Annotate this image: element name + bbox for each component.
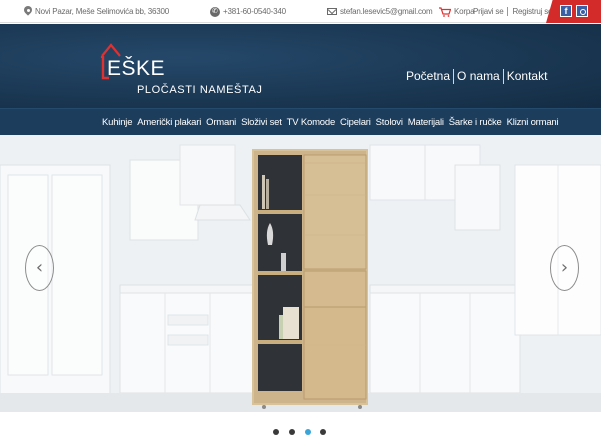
site-logo[interactable]: EŠKE PLOČASTI NAMEŠTAJ bbox=[100, 38, 262, 96]
slide-image bbox=[0, 135, 601, 412]
slider-dot[interactable] bbox=[273, 429, 279, 435]
site-header: EŠKE PLOČASTI NAMEŠTAJ Početna O nama Ko… bbox=[0, 24, 601, 108]
slider-next-button[interactable]: › bbox=[550, 245, 579, 291]
location-pin-icon bbox=[24, 6, 32, 17]
brand-subtitle: PLOČASTI NAMEŠTAJ bbox=[137, 84, 263, 96]
category-kitchens[interactable]: Kuhinje bbox=[102, 117, 132, 128]
phone-info: ✆ +381-60-0540-340 bbox=[210, 0, 286, 23]
account-links: Prijavi se Registruj se bbox=[469, 0, 556, 23]
social-background bbox=[546, 0, 601, 23]
envelope-icon bbox=[327, 8, 337, 15]
slider-dot-active[interactable] bbox=[305, 429, 311, 435]
instagram-icon[interactable] bbox=[576, 5, 588, 17]
category-american-wardrobes[interactable]: Američki plakari bbox=[137, 117, 201, 128]
category-modular-set[interactable]: Složivi set bbox=[241, 117, 282, 128]
main-nav: Početna O nama Kontakt bbox=[406, 69, 550, 84]
phone-icon: ✆ bbox=[210, 6, 220, 17]
nav-contact[interactable]: Kontakt bbox=[502, 69, 551, 84]
phone-text: +381-60-0540-340 bbox=[223, 7, 286, 16]
social-links: f bbox=[546, 0, 601, 23]
slider-dot[interactable] bbox=[289, 429, 295, 435]
category-wardrobes[interactable]: Ormani bbox=[206, 117, 236, 128]
address-info: Novi Pazar, Meše Selimovića bb, 36300 bbox=[24, 0, 169, 23]
facebook-icon[interactable]: f bbox=[560, 5, 572, 17]
address-text: Novi Pazar, Meše Selimovića bb, 36300 bbox=[35, 7, 170, 16]
hero-slider: ‹ › bbox=[0, 135, 601, 412]
category-tables[interactable]: Stolovi bbox=[376, 117, 403, 128]
slider-dot[interactable] bbox=[320, 429, 326, 435]
login-link[interactable]: Prijavi se bbox=[469, 7, 507, 16]
slider-pagination bbox=[0, 412, 601, 446]
top-info-bar: Novi Pazar, Meše Selimovića bb, 36300 ✆ … bbox=[0, 0, 601, 23]
category-nav: Kuhinje Američki plakari Ormani Složivi … bbox=[0, 108, 601, 135]
email-text[interactable]: stefan.lesevic5@gmail.com bbox=[340, 7, 433, 16]
category-sliding-wardrobes[interactable]: Klizni ormani bbox=[507, 117, 559, 128]
category-tv-stands[interactable]: TV Komode bbox=[287, 117, 336, 128]
category-hinges-handles[interactable]: Šarke i ručke bbox=[449, 117, 502, 128]
category-materials[interactable]: Materijali bbox=[408, 117, 444, 128]
nav-about[interactable]: O nama bbox=[453, 69, 503, 84]
brand-name: EŠKE bbox=[107, 57, 166, 80]
category-shoe-cabinets[interactable]: Cipelari bbox=[340, 117, 371, 128]
cart-icon bbox=[439, 6, 451, 17]
email-info[interactable]: stefan.lesevic5@gmail.com bbox=[327, 0, 433, 23]
wardrobe-product bbox=[252, 149, 368, 409]
slider-prev-button[interactable]: ‹ bbox=[25, 245, 54, 291]
nav-home[interactable]: Početna bbox=[406, 69, 453, 84]
